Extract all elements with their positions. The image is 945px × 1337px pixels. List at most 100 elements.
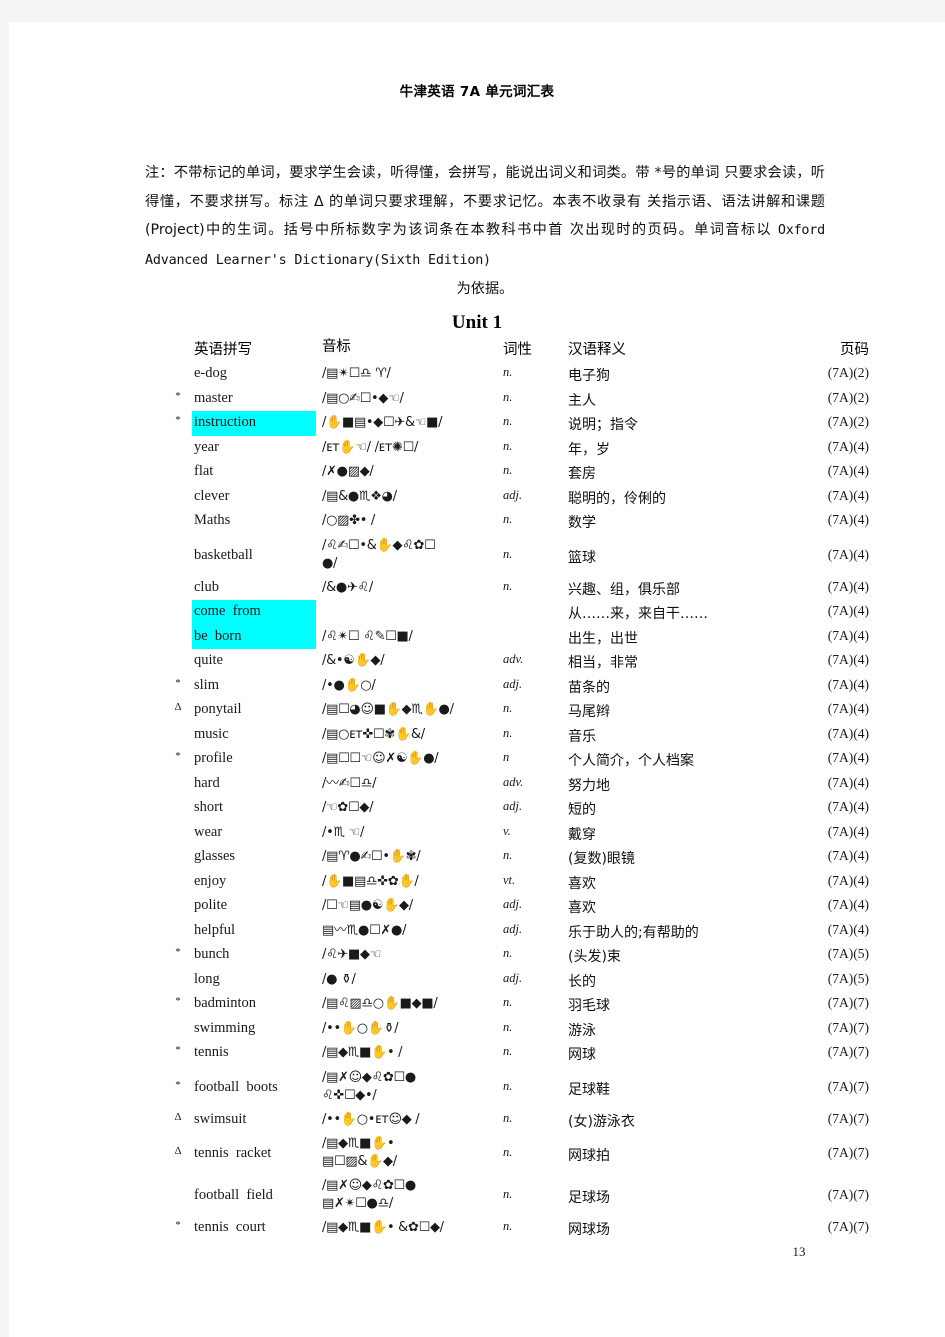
table-row: * tennis/▤◆♏■✋• / n. 网球 (7A)(7)	[9, 1044, 945, 1069]
row-pos: n.	[503, 701, 513, 715]
row-word: badminton	[194, 995, 257, 1011]
table-row: quite/&•☯✋◆/adv. 相当，非常 (7A)(4)	[9, 652, 945, 677]
row-marker: *	[175, 414, 181, 426]
row-word: tennis	[194, 1044, 229, 1060]
note-line-5: 为依据。	[456, 281, 514, 297]
column-header-word: 英语拼写	[194, 342, 252, 358]
table-row: * football boots/▤✗☺◆♌✿☐● ♌✜☐◆•/n. 足球鞋 (7A)(…	[9, 1069, 945, 1111]
row-phonetic: /▤♌▨♎○✋■◆■/	[322, 996, 438, 1011]
row-phonetic: /▤○ᴇᴛ✜☐✾✋&/	[322, 726, 425, 742]
row-pos: n.	[503, 1078, 513, 1093]
row-page: (7A)(7)	[827, 1019, 869, 1035]
row-word: come from	[194, 603, 261, 619]
row-phonetic: /ᴇᴛ✋☜/ /ᴇᴛ✺☐/	[322, 439, 419, 455]
row-page: (7A)(4)	[827, 750, 869, 765]
row-pos: adv.	[503, 652, 524, 666]
row-page: (7A)(4)	[827, 701, 869, 716]
row-marker: *	[175, 1219, 181, 1231]
row-marker: *	[175, 946, 181, 958]
row-page: (7A)(4)	[827, 487, 869, 503]
table-row: polite/☐☜▤●☯✋◆/adj. 喜欢 (7A)(4)	[9, 897, 945, 922]
row-phonetic: /▤☐☐☜☺✗☯✋●/	[322, 751, 439, 766]
row-marker: *	[175, 750, 181, 762]
table-row: long/● ⚱/adj. 长的 (7A)(5)	[9, 971, 945, 996]
row-word: basketball	[194, 546, 253, 563]
row-pos: n.	[503, 463, 513, 477]
row-page: (7A)(4)	[827, 921, 869, 937]
row-pos: adj.	[503, 921, 523, 936]
row-pos: adj.	[503, 897, 523, 911]
row-word: be born	[194, 627, 242, 644]
row-word: clever	[194, 487, 230, 504]
table-row: football field/▤✗☺◆♌✿☐● ▤✗✴☐●♎/n. 足球场 (7A)(…	[9, 1177, 945, 1219]
row-pos: adv.	[503, 774, 524, 789]
table-row: come from 从……来，来自干…… (7A)(4)	[9, 603, 945, 628]
row-word: club	[194, 578, 219, 595]
table-row: Δswimsuit/••✋○•ᴇᴛ☺◆ / n. (女)游泳衣 (7A)(7)	[9, 1111, 945, 1136]
note-paragraph: 注：不带标记的单词，要求学生会读，听得懂，会拼写，能说出词义和词类。带 *号的单…	[145, 159, 825, 304]
row-page: (7A)(4)	[827, 848, 869, 863]
row-word: bunch	[194, 946, 230, 962]
row-word: swimsuit	[194, 1110, 247, 1127]
row-word: enjoy	[194, 872, 227, 889]
row-marker: *	[175, 1044, 181, 1056]
row-pos: adj.	[503, 799, 523, 813]
table-row: basketball/♌✍☐•&✋◆♌✿☐ ●/n. 篮球 (7A)(4)	[9, 537, 945, 579]
row-page: (7A)(4)	[827, 512, 869, 527]
row-phonetic: /▤◆♏■✋• &✿☐◆/	[322, 1220, 444, 1235]
row-pos: n.	[503, 512, 513, 526]
row-phonetic: /▤◆♏■✋• /	[322, 1045, 403, 1060]
unit-heading: Unit 1	[451, 312, 503, 333]
row-pos: n.	[503, 995, 513, 1009]
row-page: (7A)(7)	[827, 1187, 869, 1202]
table-row: Δtennis racket/▤◆♏■✋• ▤☐▨&✋◆/n. 网球拍 (7A)(7)	[9, 1135, 945, 1177]
row-pos: n.	[503, 365, 513, 379]
row-pos: n.	[503, 546, 513, 561]
table-row: year/ᴇᴛ✋☜/ /ᴇᴛ✺☐/n. 年，岁 (7A)(4)	[9, 439, 945, 464]
row-page: (7A)(4)	[827, 823, 869, 839]
row-pos: n.	[503, 414, 513, 428]
table-row: * master/▤○✍☐•◆☜/n. 主人 (7A)(2)	[9, 390, 945, 415]
row-pos: n	[503, 750, 510, 764]
page-number: 13	[792, 1244, 806, 1259]
table-row: wear/•♏ ☜/v. 戴穿 (7A)(4)	[9, 824, 945, 849]
row-page: (7A)(7)	[827, 1219, 869, 1234]
row-phonetic: /••✋○✋⚱/	[322, 1020, 399, 1036]
row-pos: v.	[503, 823, 511, 838]
row-word: long	[194, 970, 220, 987]
row-page: (7A)(4)	[827, 578, 869, 594]
row-word: music	[194, 725, 229, 742]
row-phonetic: /•♏ ☜/	[322, 824, 365, 840]
table-row: Maths/○▨✤• / n. 数学 (7A)(4)	[9, 512, 945, 537]
row-marker: Δ	[174, 701, 182, 713]
row-word: football field	[194, 1187, 273, 1203]
row-word: glasses	[194, 848, 236, 864]
row-marker: *	[175, 1078, 181, 1091]
row-page: (7A)(4)	[827, 897, 869, 912]
row-pos: n.	[503, 946, 513, 960]
row-phonetic: /▤✴☐♎ ♈/	[322, 366, 391, 381]
row-phonetic: ▤〰♏●☐✗●/	[322, 922, 407, 938]
row-phonetic: /● ⚱/	[322, 971, 356, 987]
table-row: enjoy/✋■▤♎✜✿✋/vt. 喜欢 (7A)(4)	[9, 873, 945, 898]
row-word: hard	[194, 774, 220, 791]
table-row: e-dog/▤✴☐♎ ♈/n. 电子狗 (7A)(2)	[9, 365, 945, 390]
row-page: (7A)(2)	[827, 365, 869, 380]
row-phonetic: /▤◆♏■✋• ▤☐▨&✋◆/	[322, 1136, 397, 1169]
row-word: short	[194, 799, 223, 815]
row-marker: *	[175, 389, 181, 402]
row-word: swimming	[194, 1019, 256, 1036]
row-phonetic: /♌✈■◆☜	[322, 947, 382, 962]
table-row: * profile/▤☐☐☜☺✗☯✋●/n 个人简介，个人档案 (7A)(4)	[9, 750, 945, 775]
row-pos: n.	[503, 848, 513, 862]
row-pos: n.	[503, 1187, 513, 1201]
row-word: master	[194, 389, 233, 406]
row-pos: n.	[503, 578, 513, 593]
table-row: * tennis court/▤◆♏■✋• &✿☐◆/n. 网球场 (7A)(7)	[9, 1219, 945, 1244]
row-marker: *	[175, 995, 181, 1007]
note-line-4-prefix: 次出现时的页码。单词音标以	[569, 222, 778, 238]
row-phonetic: /&●✈♌/	[322, 579, 373, 595]
table-row: flat/✗●▨◆/n. 套房 (7A)(4)	[9, 463, 945, 488]
row-page: (7A)(4)	[827, 438, 869, 454]
row-page: (7A)(4)	[827, 603, 869, 618]
